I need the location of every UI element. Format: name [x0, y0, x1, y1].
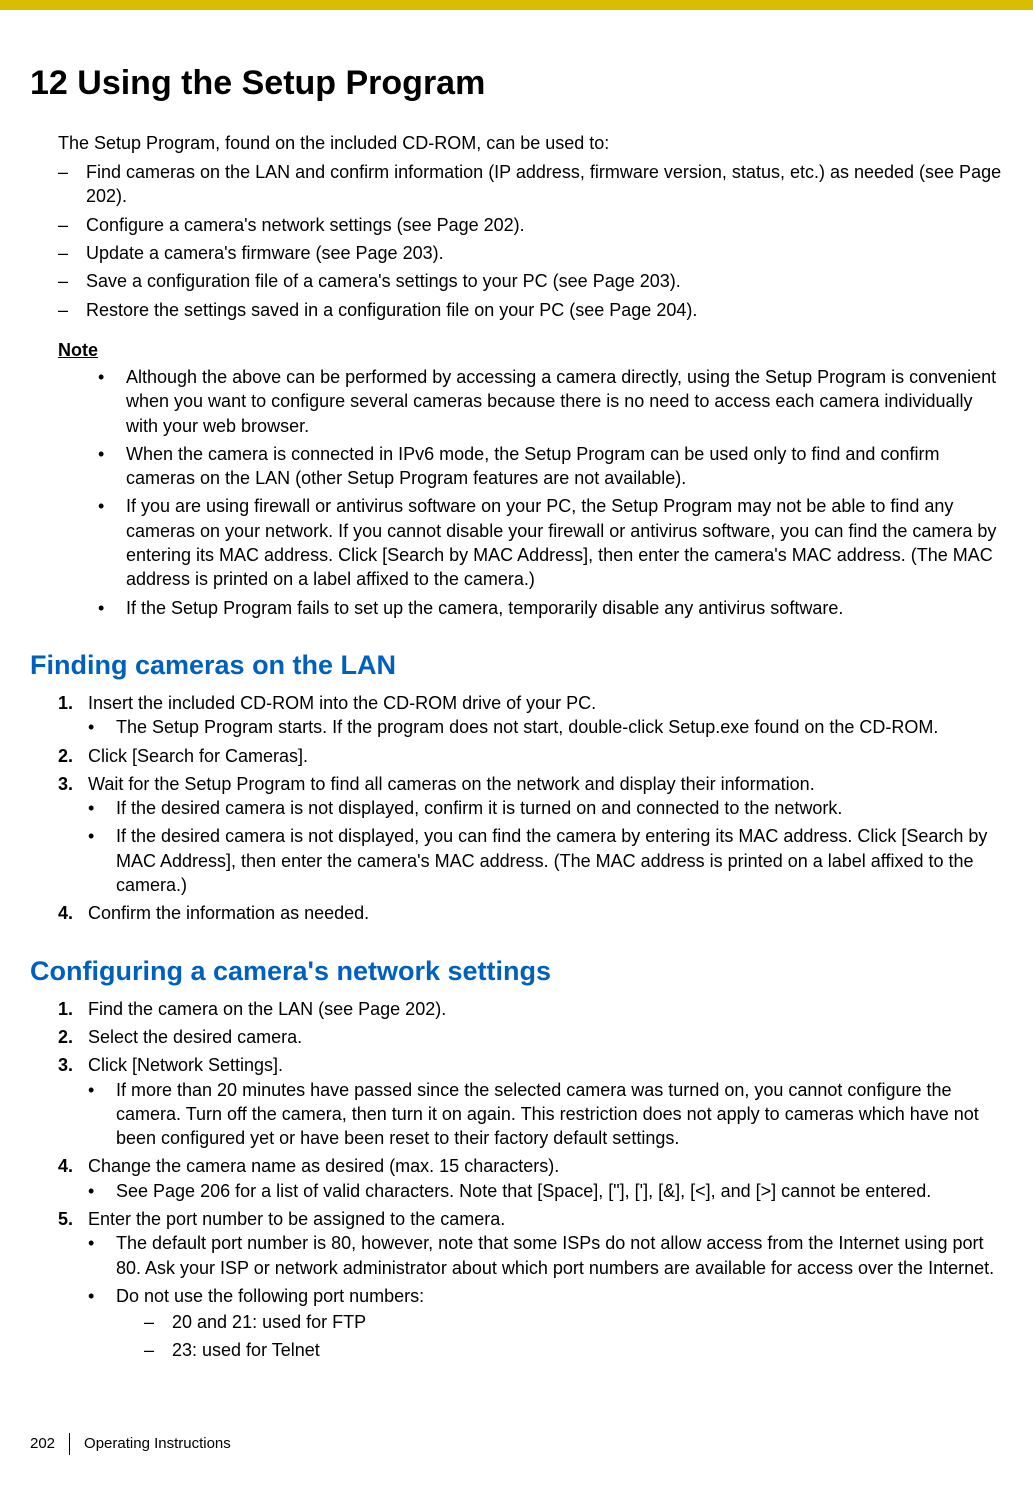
- step: Select the desired camera.: [58, 1025, 1003, 1049]
- section-heading-configuring: Configuring a camera's network settings: [30, 956, 1003, 987]
- step-text: Select the desired camera.: [88, 1027, 302, 1047]
- footer-divider: [69, 1433, 70, 1455]
- step-sub: If more than 20 minutes have passed sinc…: [88, 1078, 1003, 1151]
- note-block: Note Although the above can be performed…: [58, 340, 1003, 620]
- note-item: Although the above can be performed by a…: [98, 365, 1003, 438]
- chapter-heading: 12 Using the Setup Program: [30, 64, 1003, 103]
- step: Click [Search for Cameras].: [58, 744, 1003, 768]
- intro-item: Configure a camera's network settings (s…: [58, 213, 1003, 237]
- footer-doc-title: Operating Instructions: [84, 1435, 231, 1452]
- step: Insert the included CD-ROM into the CD-R…: [58, 691, 1003, 740]
- page-body: 12 Using the Setup Program The Setup Pro…: [0, 10, 1033, 1363]
- step-sub: The default port number is 80, however, …: [88, 1231, 1003, 1280]
- step-text: Change the camera name as desired (max. …: [88, 1156, 559, 1176]
- step-sub-dash: 23: used for Telnet: [144, 1338, 1003, 1362]
- page-footer: 202 Operating Instructions: [0, 1433, 1033, 1477]
- finding-steps: Insert the included CD-ROM into the CD-R…: [58, 691, 1003, 926]
- page-number: 202: [30, 1435, 69, 1452]
- step-text: Enter the port number to be assigned to …: [88, 1209, 505, 1229]
- top-accent-bar: [0, 0, 1033, 10]
- step-sub: The Setup Program starts. If the program…: [88, 715, 1003, 739]
- configuring-steps: Find the camera on the LAN (see Page 202…: [58, 997, 1003, 1363]
- step-sub-dash: 20 and 21: used for FTP: [144, 1310, 1003, 1334]
- step-sub: See Page 206 for a list of valid charact…: [88, 1179, 1003, 1203]
- step: Confirm the information as needed.: [58, 901, 1003, 925]
- step-text: Insert the included CD-ROM into the CD-R…: [88, 693, 596, 713]
- intro-item: Save a configuration file of a camera's …: [58, 269, 1003, 293]
- step-sub: If the desired camera is not displayed, …: [88, 796, 1003, 820]
- intro-block: The Setup Program, found on the included…: [58, 131, 1003, 322]
- step-sub: If the desired camera is not displayed, …: [88, 824, 1003, 897]
- step-text: Confirm the information as needed.: [88, 903, 369, 923]
- section-heading-finding: Finding cameras on the LAN: [30, 650, 1003, 681]
- intro-lead: The Setup Program, found on the included…: [58, 131, 1003, 156]
- note-list: Although the above can be performed by a…: [98, 365, 1003, 620]
- step-text: Wait for the Setup Program to find all c…: [88, 774, 815, 794]
- step: Wait for the Setup Program to find all c…: [58, 772, 1003, 897]
- step: Find the camera on the LAN (see Page 202…: [58, 997, 1003, 1021]
- note-item: If the Setup Program fails to set up the…: [98, 596, 1003, 620]
- intro-item: Find cameras on the LAN and confirm info…: [58, 160, 1003, 209]
- intro-list: Find cameras on the LAN and confirm info…: [58, 160, 1003, 322]
- note-item: When the camera is connected in IPv6 mod…: [98, 442, 1003, 491]
- step-text: Click [Network Settings].: [88, 1055, 283, 1075]
- step-text: Click [Search for Cameras].: [88, 746, 308, 766]
- step: Change the camera name as desired (max. …: [58, 1154, 1003, 1203]
- step: Click [Network Settings]. If more than 2…: [58, 1053, 1003, 1150]
- step: Enter the port number to be assigned to …: [58, 1207, 1003, 1363]
- note-item: If you are using firewall or antivirus s…: [98, 494, 1003, 591]
- step-sub: Do not use the following port numbers: 2…: [88, 1284, 1003, 1363]
- intro-item: Update a camera's firmware (see Page 203…: [58, 241, 1003, 265]
- step-sub-text: Do not use the following port numbers:: [116, 1286, 424, 1306]
- note-label: Note: [58, 340, 98, 361]
- intro-item: Restore the settings saved in a configur…: [58, 298, 1003, 322]
- step-text: Find the camera on the LAN (see Page 202…: [88, 999, 446, 1019]
